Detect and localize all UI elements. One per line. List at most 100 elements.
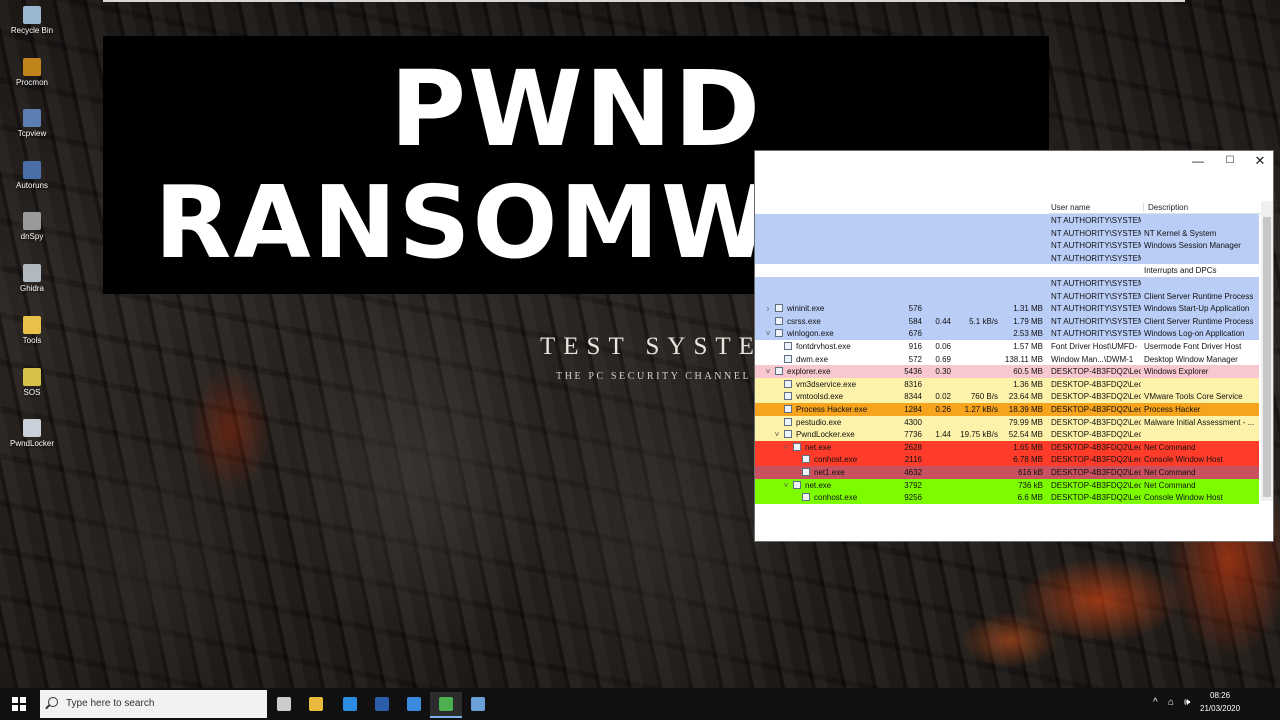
process-row[interactable]: ˅ explorer.exe 5436 0.30 60.5 MB DESKTOP-4B3F… — [755, 365, 1259, 378]
process-row[interactable]: NT AUTHORITY\SYSTEM — [755, 251, 1259, 265]
process-name: dwm.exe — [796, 354, 829, 364]
show-desktop-button[interactable] — [1260, 688, 1280, 720]
process-user-name: NT AUTHORITY\SYSTEM — [1051, 253, 1141, 263]
process-user-name: DESKTOP-4B3FDQ2\Leo — [1051, 468, 1141, 477]
process-table-header: User name Description — [1049, 201, 1271, 214]
desktop-icon[interactable]: Tools — [4, 316, 60, 345]
process-user-name: DESKTOP-4B3FDQ2\Leo — [1051, 430, 1141, 440]
process-row[interactable]: pestudio.exe 4300 79.99 MB DESKTOP-4B3FDQ2\… — [755, 415, 1259, 429]
process-io-rate: 1.27 kB/s — [964, 405, 998, 414]
column-header-user[interactable]: User name — [1051, 203, 1090, 212]
taskbar-app-button[interactable] — [430, 692, 462, 718]
desktop-icon[interactable]: Autoruns — [4, 161, 60, 190]
process-pid: 1284 — [904, 405, 922, 414]
process-row[interactable]: ˅ net.exe 2628 1.65 MB DESKTOP-4B3FDQ2\Leo Ne… — [755, 440, 1259, 454]
desktop-icon-label: Ghidra — [19, 284, 44, 293]
process-hacker-window[interactable]: — ☐ ✕ User name Description NT AUTHORITY… — [754, 150, 1274, 542]
clock-date[interactable]: 21/03/2020 — [1200, 704, 1240, 713]
process-row[interactable]: Interrupts and DPCs — [755, 264, 1259, 277]
tcpview-icon — [23, 109, 41, 127]
process-row[interactable]: dwm.exe 572 0.69 138.11 MB Window Man...\DWM… — [755, 352, 1259, 366]
process-description: Client Server Runtime Process — [1144, 316, 1254, 326]
desktop-icon[interactable]: PwndLocker — [4, 419, 60, 448]
volume-icon[interactable]: 🕪 — [1184, 697, 1190, 708]
maximize-button[interactable]: ☐ — [1215, 153, 1245, 169]
pwndlocker-icon — [23, 419, 41, 437]
process-row[interactable]: fontdrvhost.exe 916 0.06 1.57 MB Font Driver… — [755, 340, 1259, 353]
tree-expander-icon[interactable]: ˅ — [772, 429, 782, 440]
process-row[interactable]: vmtoolsd.exe 8344 0.02 760 B/s 23.64 MB DESKT… — [755, 390, 1259, 403]
tree-expander-icon[interactable]: › — [763, 303, 773, 314]
procmon-icon — [23, 58, 41, 76]
process-row[interactable]: net1.exe 4632 616 kB DESKTOP-4B3FDQ2\Leo Net… — [755, 466, 1259, 479]
window-edge-line — [103, 0, 1185, 2]
search-placeholder: Type here to search — [66, 698, 155, 709]
network-icon[interactable]: ⌂ — [1168, 697, 1174, 708]
desktop-icon[interactable]: SOS — [4, 368, 60, 397]
process-description: Desktop Window Manager — [1144, 354, 1238, 364]
tree-expander-icon[interactable]: ˅ — [763, 328, 773, 339]
folder-icon — [23, 316, 41, 334]
desktop-icon[interactable]: dnSpy — [4, 212, 60, 241]
scrollbar-thumb[interactable] — [1263, 217, 1271, 497]
process-row[interactable]: ˅ winlogon.exe 676 2.53 MB NT AUTHORITY\SYST… — [755, 327, 1259, 340]
desktop-icon-label: Tcpview — [17, 129, 47, 138]
process-io-rate: 5.1 kB/s — [969, 316, 998, 326]
tree-expander-icon[interactable]: ˅ — [781, 480, 791, 491]
process-name: vm3dservice.exe — [796, 379, 857, 389]
process-pid: 916 — [908, 342, 922, 351]
process-private-bytes: 1.65 MB — [1013, 442, 1043, 452]
process-row[interactable]: Process Hacker.exe 1284 0.26 1.27 kB/s 18.39… — [755, 403, 1259, 416]
process-row[interactable]: conhost.exe 2116 6.78 MB DESKTOP-4B3FDQ2\Le… — [755, 453, 1259, 466]
taskbar-app-button[interactable] — [398, 692, 430, 718]
minimize-button[interactable]: — — [1183, 153, 1213, 169]
taskbar-search-box[interactable]: Type here to search — [40, 690, 267, 718]
taskbar-app-button[interactable] — [268, 692, 300, 718]
process-description: Net Command — [1144, 442, 1196, 452]
desktop-icon[interactable]: Ghidra — [4, 264, 60, 293]
process-row[interactable]: ˅ net.exe 3792 736 kB DESKTOP-4B3FDQ2\Leo Net… — [755, 478, 1259, 492]
process-icon — [784, 430, 792, 439]
process-icon — [784, 354, 792, 363]
process-row[interactable]: NT AUTHORITY\SYSTEM — [755, 277, 1259, 290]
process-pid: 2628 — [904, 442, 922, 452]
desktop-icon[interactable]: Tcpview — [4, 109, 60, 138]
start-button[interactable] — [12, 697, 26, 711]
process-row[interactable]: csrss.exe 584 0.44 5.1 kB/s 1.79 MB NT AUTHOR… — [755, 314, 1259, 328]
taskbar-app-button[interactable] — [300, 692, 332, 718]
process-private-bytes: 2.53 MB — [1013, 329, 1043, 339]
process-name: winlogon.exe — [787, 329, 834, 339]
tree-expander-icon[interactable]: ˅ — [763, 366, 773, 377]
close-button[interactable]: ✕ — [1245, 153, 1275, 169]
taskbar-app-button[interactable] — [366, 692, 398, 718]
process-name: net.exe — [805, 480, 832, 490]
process-row[interactable]: NT AUTHORITY\SYSTEM NT Kernel & System — [755, 226, 1259, 240]
taskbar-app-button[interactable] — [462, 692, 494, 718]
window-titlebar[interactable]: — ☐ ✕ — [755, 151, 1273, 171]
checklist-icon — [407, 697, 421, 711]
process-row[interactable]: NT AUTHORITY\SYSTEM Windows Session Manag… — [755, 239, 1259, 252]
process-row[interactable]: NT AUTHORITY\SYSTEM — [755, 214, 1259, 227]
process-icon — [784, 405, 792, 413]
taskbar-app-button[interactable] — [334, 692, 366, 718]
process-name: vmtoolsd.exe — [796, 392, 844, 402]
desktop-icon[interactable]: Recycle Bin — [4, 6, 60, 35]
column-header-description[interactable]: Description — [1143, 203, 1188, 212]
process-user-name: NT AUTHORITY\SYSTEM — [1051, 228, 1141, 238]
process-icon — [802, 468, 810, 476]
clock-time[interactable]: 08:26 — [1210, 691, 1230, 700]
process-row[interactable]: vm3dservice.exe 8316 1.36 MB DESKTOP-4B3FDQ… — [755, 377, 1259, 391]
process-pid: 676 — [908, 329, 922, 339]
process-pid: 8344 — [904, 392, 922, 402]
process-cpu: 0.44 — [935, 316, 951, 326]
process-cpu: 1.44 — [935, 430, 951, 440]
process-row[interactable]: NT AUTHORITY\SYSTEM Client Server Runtime… — [755, 289, 1259, 303]
process-row[interactable]: › wininit.exe 576 1.31 MB NT AUTHORITY\SYSTE… — [755, 302, 1259, 315]
tree-expander-icon[interactable]: ˅ — [781, 442, 791, 453]
process-row[interactable]: conhost.exe 9256 6.6 MB DESKTOP-4B3FDQ2\Leo… — [755, 491, 1259, 504]
tray-overflow-chevron-icon[interactable]: ^ — [1153, 697, 1158, 708]
desktop-icon[interactable]: Procmon — [4, 58, 60, 87]
process-private-bytes: 60.5 MB — [1013, 367, 1043, 377]
process-pid: 3792 — [904, 480, 922, 490]
process-row[interactable]: ˅ PwndLocker.exe 7736 1.44 19.75 kB/s 52.54 M… — [755, 428, 1259, 441]
